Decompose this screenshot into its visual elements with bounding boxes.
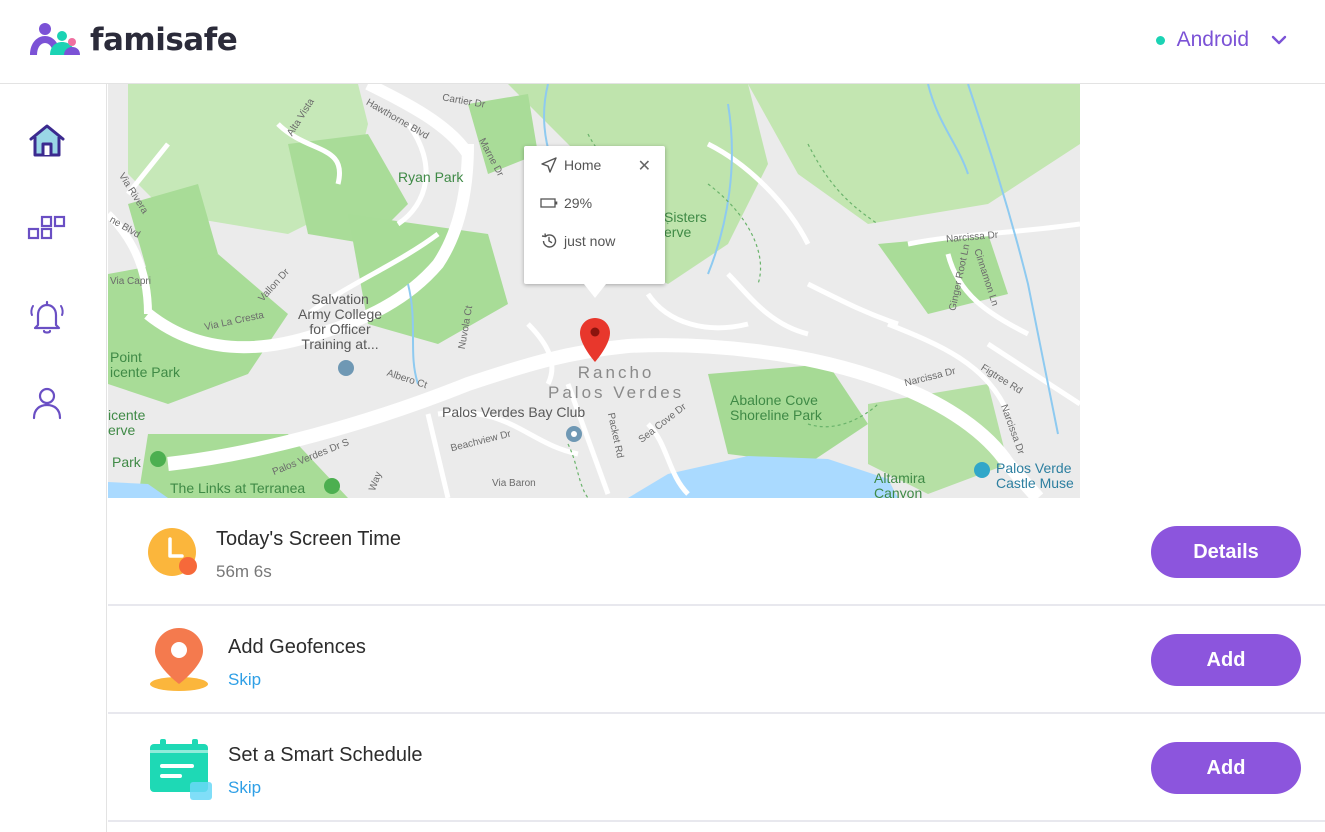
map-label-bay-club: Palos Verdes Bay Club xyxy=(442,404,586,420)
smart-schedule-card[interactable]: Set a Smart Schedule Skip Add xyxy=(108,714,1325,822)
popup-location-row: Home xyxy=(540,156,601,174)
map-label-sisters-reserve: Sisters erve xyxy=(664,209,707,240)
location-info-popup: Home ✕ 29% just now xyxy=(524,146,665,298)
popup-location-label: Home xyxy=(564,157,602,173)
map-label-rancho-palos-verdes: Rancho Palos Verdes xyxy=(548,363,685,402)
sidebar-nav xyxy=(0,84,107,832)
map-label-ryan-park: Ryan Park xyxy=(398,169,464,185)
geofence-card[interactable]: Add Geofences Skip Add xyxy=(108,606,1325,714)
battery-icon xyxy=(540,198,558,208)
screen-time-value: 56m 6s xyxy=(216,562,272,581)
famisafe-logo[interactable]: famisafe xyxy=(28,22,238,58)
add-schedule-button[interactable]: Add xyxy=(1151,742,1301,794)
details-button[interactable]: Details xyxy=(1151,526,1301,578)
screen-time-title: Today's Screen Time xyxy=(216,528,402,550)
map-label-salvation-army: Salvation Army College for Officer Train… xyxy=(298,291,383,352)
device-name: Android xyxy=(1176,28,1249,51)
family-logo-icon xyxy=(30,23,80,55)
sidebar-item-home[interactable] xyxy=(26,120,68,162)
geofence-pin-icon xyxy=(150,628,208,691)
clock-icon xyxy=(148,528,197,576)
map-label-via-capri: Via Capri xyxy=(110,276,151,287)
popup-last-updated: just now xyxy=(564,233,616,249)
sidebar-item-notifications[interactable] xyxy=(26,296,68,338)
geofence-skip-link[interactable]: Skip xyxy=(228,670,261,690)
account-icon xyxy=(32,387,62,420)
smart-schedule-title: Set a Smart Schedule xyxy=(228,744,423,766)
smart-schedule-skip-link[interactable]: Skip xyxy=(228,778,261,798)
history-clock-icon xyxy=(541,233,557,248)
map-label-vicente-reserve: icente erve xyxy=(108,407,146,438)
features-grid-icon xyxy=(27,215,66,240)
map-label-castle-museum: Palos Verde Castle Muse xyxy=(996,460,1074,491)
logo-wordmark: famisafe xyxy=(90,22,238,58)
sidebar-item-features[interactable] xyxy=(26,208,68,250)
location-map[interactable]: Ryan Park Salvation Army College for Off… xyxy=(108,84,1080,498)
navigation-arrow-icon xyxy=(541,157,557,173)
device-online-indicator xyxy=(1155,35,1165,45)
map-label-abalone-cove: Abalone Cove Shoreline Park xyxy=(730,392,822,423)
map-label-links-terranea: The Links at Terranea xyxy=(170,480,306,496)
bell-icon xyxy=(30,300,64,334)
sidebar-item-account[interactable] xyxy=(26,382,68,424)
map-label-park: Park xyxy=(112,454,141,470)
popup-time-row: just now xyxy=(540,232,615,250)
add-geofence-button[interactable]: Add xyxy=(1151,634,1301,686)
home-icon xyxy=(29,124,65,157)
chevron-down-icon[interactable] xyxy=(1271,32,1287,48)
popup-battery-level: 29% xyxy=(564,195,593,211)
popup-battery-row: 29% xyxy=(540,194,592,212)
screen-time-card[interactable]: Today's Screen Time 56m 6s Details xyxy=(108,498,1325,606)
top-header: famisafe Android xyxy=(0,0,1325,84)
calendar-schedule-icon xyxy=(150,739,212,800)
geofence-title: Add Geofences xyxy=(228,636,366,658)
map-label-via-baron: Via Baron xyxy=(492,478,536,489)
map-label-point-vicente: Point icente Park xyxy=(110,349,181,380)
close-icon[interactable]: ✕ xyxy=(638,156,651,176)
device-selector[interactable]: Android xyxy=(1155,28,1287,52)
map-label-altamira-canyon: Altamira Canyon xyxy=(874,470,926,499)
